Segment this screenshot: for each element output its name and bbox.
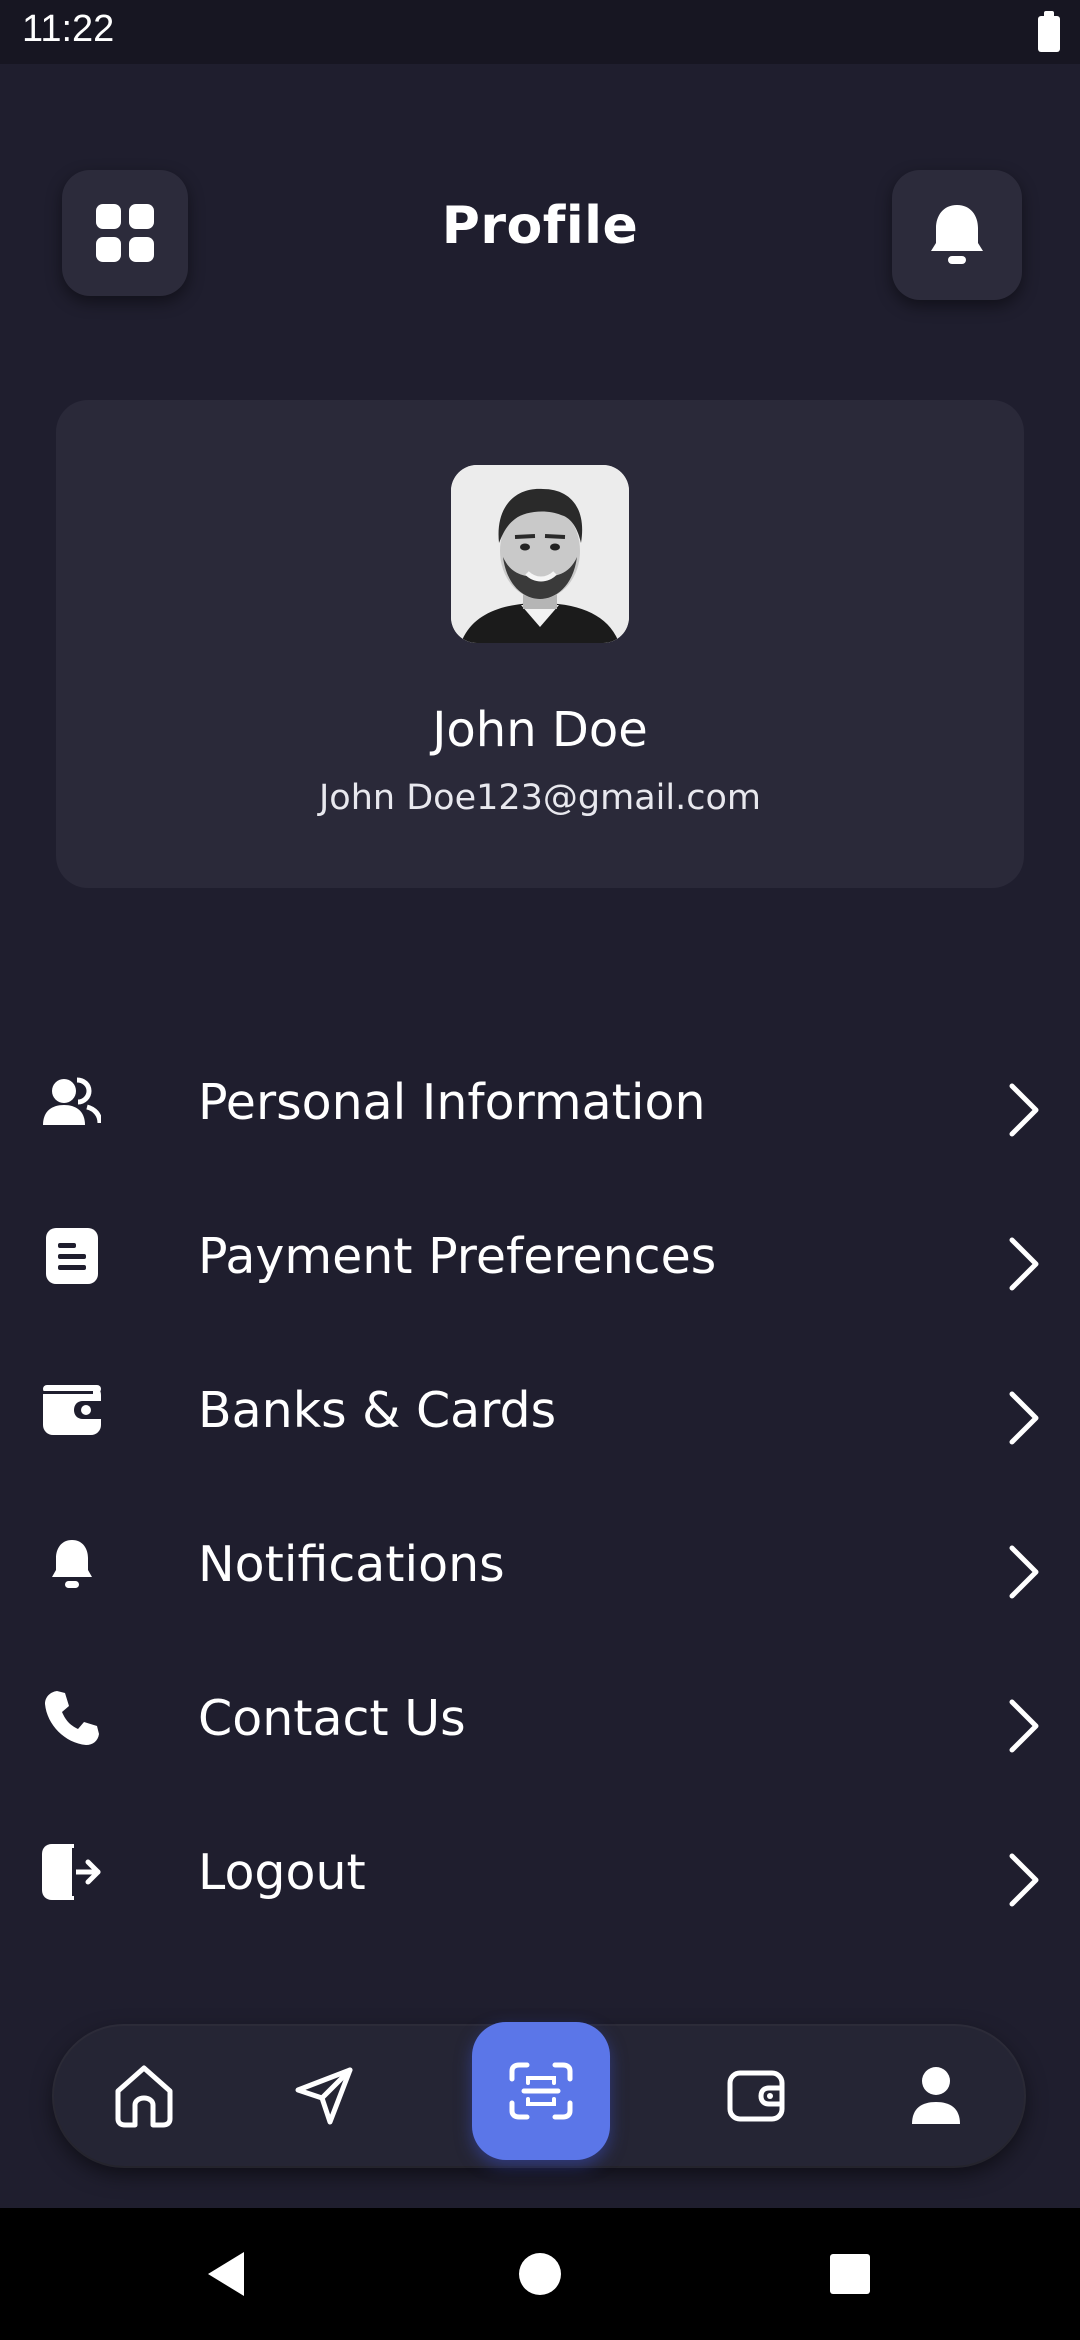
bell-icon bbox=[931, 205, 983, 264]
menu-item-personal-information[interactable]: Personal Information bbox=[0, 1050, 1080, 1204]
system-back-button[interactable] bbox=[166, 2208, 286, 2340]
notifications-button[interactable] bbox=[892, 170, 1022, 300]
nav-send[interactable] bbox=[264, 2026, 384, 2166]
battery-icon bbox=[1038, 11, 1060, 52]
bottom-nav bbox=[54, 2022, 1024, 2166]
menu-item-notifications[interactable]: Notifications bbox=[0, 1512, 1080, 1666]
wallet-icon bbox=[727, 2070, 785, 2122]
settings-menu: Personal Information Payment Preferences bbox=[0, 1050, 1080, 1974]
chevron-right-icon bbox=[1009, 1237, 1039, 1291]
bell-icon bbox=[40, 1532, 104, 1596]
phone-icon bbox=[40, 1686, 104, 1750]
menu-item-payment-preferences[interactable]: Payment Preferences bbox=[0, 1204, 1080, 1358]
menu-item-banks-cards[interactable]: Banks & Cards bbox=[0, 1358, 1080, 1512]
chevron-right-icon bbox=[1009, 1545, 1039, 1599]
menu-item-label: Logout bbox=[198, 1844, 366, 1901]
home-circle-icon bbox=[519, 2253, 561, 2295]
wallet-icon bbox=[40, 1378, 104, 1442]
nav-profile[interactable] bbox=[876, 2026, 996, 2166]
scan-icon bbox=[509, 2062, 573, 2120]
nav-home[interactable] bbox=[84, 2026, 204, 2166]
logout-icon bbox=[40, 1840, 104, 1904]
menu-item-logout[interactable]: Logout bbox=[0, 1820, 1080, 1974]
chevron-right-icon bbox=[1009, 1699, 1039, 1753]
chevron-right-icon bbox=[1009, 1083, 1039, 1137]
chevron-right-icon bbox=[1009, 1391, 1039, 1445]
avatar[interactable] bbox=[451, 465, 629, 643]
system-home-button[interactable] bbox=[480, 2208, 600, 2340]
system-nav-bar bbox=[0, 2208, 1080, 2340]
status-time: 11:22 bbox=[22, 8, 115, 50]
chevron-right-icon bbox=[1009, 1853, 1039, 1907]
home-icon bbox=[115, 2065, 173, 2128]
menu-item-label: Payment Preferences bbox=[198, 1228, 717, 1285]
profile-name: John Doe bbox=[432, 702, 648, 758]
profile-email: John Doe123@gmail.com bbox=[318, 778, 761, 818]
back-triangle-icon bbox=[208, 2252, 244, 2296]
users-icon bbox=[40, 1070, 104, 1134]
recents-square-icon bbox=[830, 2254, 870, 2294]
system-recents-button[interactable] bbox=[790, 2208, 910, 2340]
nav-wallet[interactable] bbox=[696, 2026, 816, 2166]
document-icon bbox=[40, 1224, 104, 1288]
send-icon bbox=[295, 2067, 353, 2125]
menu-item-label: Notifications bbox=[198, 1536, 505, 1593]
menu-item-label: Banks & Cards bbox=[198, 1382, 557, 1439]
nav-scan[interactable] bbox=[472, 2022, 610, 2160]
profile-card: John Doe John Doe123@gmail.com bbox=[56, 400, 1024, 888]
status-bar: 11:22 bbox=[0, 0, 1080, 64]
menu-item-label: Personal Information bbox=[198, 1074, 706, 1131]
menu-item-label: Contact Us bbox=[198, 1690, 466, 1747]
user-icon bbox=[912, 2067, 960, 2124]
menu-item-contact-us[interactable]: Contact Us bbox=[0, 1666, 1080, 1820]
avatar-photo bbox=[451, 465, 629, 643]
